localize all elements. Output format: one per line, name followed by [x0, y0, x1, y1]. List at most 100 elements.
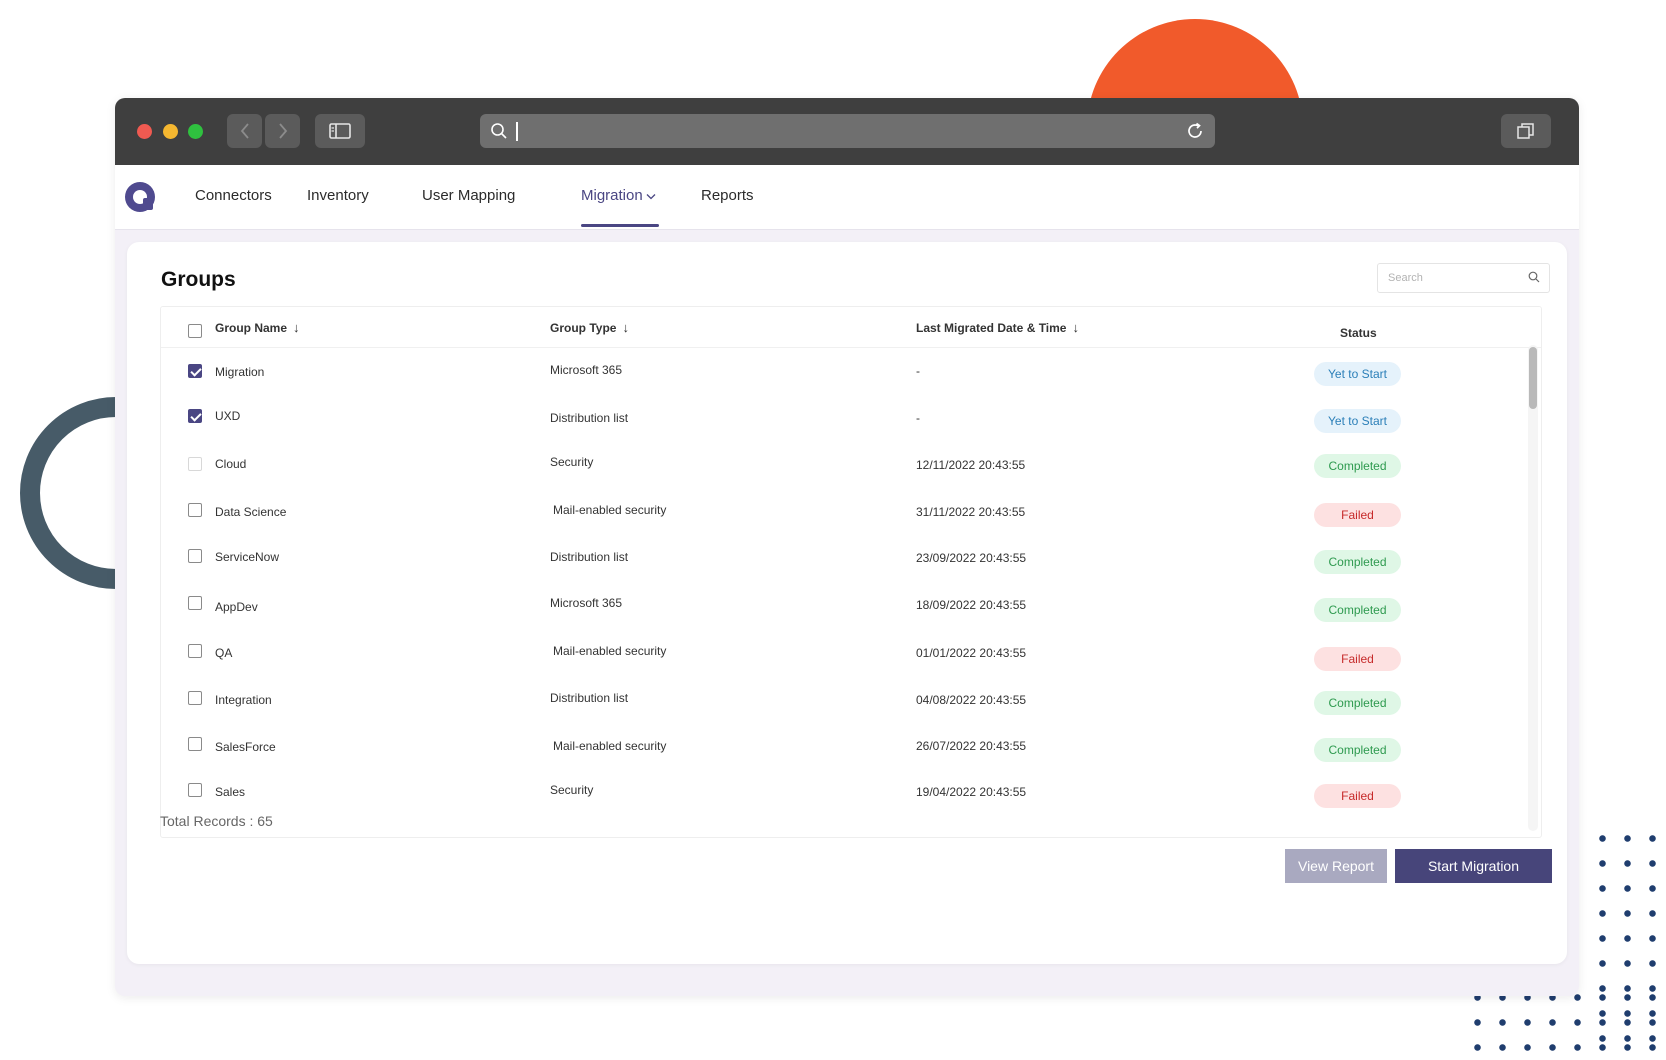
row-checkbox[interactable] [188, 783, 202, 797]
group-type: Distribution list [550, 691, 629, 705]
status-badge: Completed [1314, 738, 1401, 762]
row-checkbox[interactable] [188, 737, 202, 751]
table-row[interactable]: ServiceNow Distribution list 23/09/2022 … [161, 539, 1541, 587]
chevron-down-icon [646, 193, 656, 199]
row-checkbox[interactable] [188, 364, 202, 378]
status-badge: Failed [1314, 784, 1401, 808]
group-name: Data Science [215, 505, 287, 519]
group-type: Mail-enabled security [553, 503, 667, 517]
browser-toolbar [115, 98, 1579, 165]
scrollbar-thumb[interactable] [1529, 347, 1537, 409]
row-checkbox[interactable] [188, 691, 202, 705]
row-checkbox[interactable] [188, 644, 202, 658]
view-report-button[interactable]: View Report [1285, 849, 1387, 883]
text-cursor [516, 122, 518, 141]
last-migrated: 04/08/2022 20:43:55 [916, 693, 1027, 707]
back-button[interactable] [227, 114, 262, 148]
nav-item-reports[interactable]: Reports [701, 187, 754, 204]
last-migrated: 19/04/2022 20:43:55 [916, 785, 1027, 799]
column-header-group-name[interactable]: Group Name ↓ [215, 320, 300, 335]
last-migrated: 23/09/2022 20:43:55 [916, 551, 1027, 565]
row-checkbox[interactable] [188, 457, 202, 471]
page-title: Groups [161, 268, 236, 291]
group-type: Distribution list [550, 411, 629, 425]
sidebar-icon [329, 123, 351, 139]
last-migrated: - [916, 364, 920, 378]
last-migrated: 01/01/2022 20:43:55 [916, 646, 1027, 660]
minimize-window-button[interactable] [163, 124, 178, 139]
app-logo[interactable] [125, 182, 155, 212]
table-row[interactable]: Data Science Mail-enabled security 31/11… [161, 491, 1541, 539]
sort-arrow-icon: ↓ [293, 320, 300, 335]
last-migrated: 31/11/2022 20:43:55 [916, 505, 1026, 519]
table-row[interactable]: AppDev Microsoft 365 18/09/2022 20:43:55… [161, 587, 1541, 635]
table-header: Group Name ↓ Group Type ↓ Last Migrated Da… [161, 307, 1541, 348]
nav-item-migration[interactable]: Migration [581, 187, 656, 204]
tabs-overview-button[interactable] [1501, 114, 1551, 148]
search-input[interactable] [1386, 268, 1525, 288]
maximize-window-button[interactable] [188, 124, 203, 139]
table-row[interactable]: SalesForce Mail-enabled security 26/07/2… [161, 731, 1541, 779]
status-badge: Yet to Start [1314, 409, 1401, 433]
column-header-label: Group Type [550, 320, 617, 335]
nav-item-user-mapping[interactable]: User Mapping [422, 187, 515, 204]
sort-arrow-icon: ↓ [622, 320, 629, 335]
status-badge: Completed [1314, 691, 1401, 715]
total-records: Total Records : 65 [160, 813, 273, 829]
group-name: Sales [215, 785, 246, 799]
group-name: Cloud [215, 457, 247, 471]
table-scrollbar[interactable] [1528, 345, 1538, 831]
sidebar-toggle-button[interactable] [315, 114, 365, 148]
status-badge: Completed [1314, 454, 1401, 478]
group-name: QA [215, 646, 233, 660]
forward-icon [278, 123, 287, 139]
status-badge: Completed [1314, 598, 1401, 622]
status-badge: Failed [1314, 503, 1401, 527]
row-checkbox[interactable] [188, 596, 202, 610]
column-header-label: Group Name [215, 320, 288, 335]
row-checkbox[interactable] [188, 549, 202, 563]
table-row[interactable]: UXD Distribution list - Yet to Start [161, 395, 1541, 443]
search-icon [491, 123, 507, 139]
groups-table: Group Name ↓ Group Type ↓ Last Migrated Da… [160, 306, 1542, 838]
group-type: Distribution list [550, 550, 629, 564]
group-type: Microsoft 365 [550, 363, 623, 377]
search-icon[interactable] [1528, 271, 1540, 283]
group-type: Mail-enabled security [553, 739, 667, 753]
back-icon [240, 123, 249, 139]
group-name: UXD [215, 409, 241, 423]
group-name: AppDev [215, 600, 258, 614]
group-name: Integration [215, 693, 272, 707]
column-header-label: Last Migrated Date & Time [916, 320, 1067, 335]
start-migration-button[interactable]: Start Migration [1395, 849, 1552, 883]
close-window-button[interactable] [137, 124, 152, 139]
nav-item-inventory[interactable]: Inventory [307, 187, 369, 204]
column-header-last-migrated[interactable]: Last Migrated Date & Time ↓ [916, 320, 1079, 335]
decor-dot-grid [1465, 985, 1666, 1060]
row-checkbox[interactable] [188, 409, 202, 423]
address-bar[interactable] [480, 114, 1215, 148]
forward-button[interactable] [265, 114, 300, 148]
group-name: SalesForce [215, 740, 276, 754]
last-migrated: - [916, 411, 920, 425]
select-all-checkbox[interactable] [188, 324, 202, 338]
column-header-group-type[interactable]: Group Type ↓ [550, 320, 629, 335]
table-row[interactable]: QA Mail-enabled security 01/01/2022 20:4… [161, 635, 1541, 683]
windows-icon [1517, 123, 1534, 139]
table-row[interactable]: Migration Microsoft 365 - Yet to Start [161, 347, 1541, 395]
active-tab-indicator [581, 224, 659, 227]
group-name: Migration [215, 365, 265, 379]
table-row[interactable]: Cloud Security 12/11/2022 20:43:55 Compl… [161, 443, 1541, 491]
nav-item-connectors[interactable]: Connectors [195, 187, 272, 204]
last-migrated: 12/11/2022 20:43:55 [916, 458, 1026, 472]
last-migrated: 18/09/2022 20:43:55 [916, 598, 1027, 612]
table-row[interactable]: Integration Distribution list 04/08/2022… [161, 683, 1541, 731]
search-box [1377, 263, 1550, 293]
sort-arrow-icon: ↓ [1072, 320, 1079, 335]
groups-card: Groups Group Name ↓ Group Type ↓ Last Migr… [127, 242, 1567, 964]
group-type: Security [550, 455, 594, 469]
reload-icon[interactable] [1185, 121, 1205, 141]
row-checkbox[interactable] [188, 503, 202, 517]
nav-item-label: Migration [581, 187, 643, 204]
table-row[interactable]: Sales Security 19/04/2022 20:43:55 Faile… [161, 779, 1541, 827]
